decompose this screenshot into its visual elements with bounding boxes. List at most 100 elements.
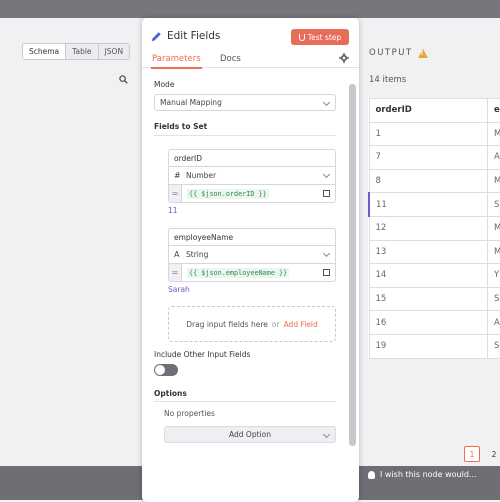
field-type-select[interactable]: A String [168,246,336,264]
table-cell: 19 [369,334,488,358]
pagination: 1 2 [464,446,500,462]
expression-code: {{ $json.employeeName }} [187,268,289,278]
table-cell: A [488,311,500,335]
field-value-expression[interactable]: = {{ $json.employeeName }} [168,264,336,282]
modal-tabs: Parameters Docs [142,51,359,68]
expand-icon[interactable] [323,269,330,276]
table-cell: S [488,193,500,217]
divider [154,135,336,136]
table-row[interactable]: 15S [369,287,500,311]
expand-icon[interactable] [323,190,330,197]
field-type-select[interactable]: # Number [168,167,336,185]
add-option-label: Add Option [229,430,271,439]
table-cell: M [488,122,500,146]
field-type-value: Number [186,171,216,180]
table-row[interactable]: 19S [369,334,500,358]
chevron-down-icon [323,431,330,438]
mode-label: Mode [154,80,174,89]
string-type-icon: A [174,250,182,259]
view-tab-table[interactable]: Table [66,44,98,59]
table-row[interactable]: 14Y [369,264,500,288]
drop-zone-or: or [272,320,280,329]
output-title: OUTPUT [369,48,413,58]
modal-title: Edit Fields [167,30,220,42]
table-cell: 13 [369,240,488,264]
table-row[interactable]: 16A [369,311,500,335]
include-other-fields-label: Include Other Input Fields [154,350,250,359]
divider [154,401,336,402]
output-header: OUTPUT [369,48,428,58]
table-row[interactable]: 1M [369,122,500,146]
search-icon[interactable] [119,75,128,84]
lightbulb-icon [368,471,375,479]
page-button-2[interactable]: 2 [486,446,500,462]
table-row[interactable]: 12M [369,216,500,240]
expression-equals-icon: = [169,264,182,281]
expression-result: Sarah [168,285,190,294]
feedback-hint-text: I wish this node would... [380,470,477,479]
table-cell: 14 [369,264,488,288]
output-item-count: 14 items [369,75,406,85]
table-cell: M [488,169,500,193]
top-overlay [0,0,500,18]
output-table: orderID e 1M7A8M11S12M13M14Y15S16A19S [368,98,500,359]
drop-zone[interactable]: Drag input fields here or Add Field [168,306,336,342]
warning-icon[interactable] [418,49,428,58]
gear-icon[interactable] [339,53,349,63]
chevron-down-icon [323,171,330,178]
test-step-button[interactable]: Test step [291,29,349,45]
add-option-button[interactable]: Add Option [164,426,336,443]
table-cell: 12 [369,216,488,240]
table-row[interactable]: 7A [369,146,500,170]
table-row[interactable]: 8M [369,169,500,193]
table-cell: 11 [369,193,488,217]
modal-scrollbar[interactable] [349,84,356,446]
view-tab-json[interactable]: JSON [99,44,130,59]
table-cell: 8 [369,169,488,193]
drop-zone-text: Drag input fields here [186,320,268,329]
field-type-value: String [186,250,208,259]
page-button-1[interactable]: 1 [464,446,480,462]
field-value-expression[interactable]: = {{ $json.orderID }} [168,185,336,203]
number-type-icon: # [174,171,182,180]
view-tab-schema[interactable]: Schema [23,44,66,59]
toggle-knob [155,365,165,375]
expression-equals-icon: = [169,185,182,202]
add-field-link[interactable]: Add Field [284,320,318,329]
no-properties-text: No properties [164,409,215,418]
table-cell: 15 [369,287,488,311]
feedback-hint[interactable]: I wish this node would... [368,470,477,479]
flask-icon [299,34,305,41]
table-cell: S [488,334,500,358]
pencil-icon [151,31,162,42]
table-cell: 16 [369,311,488,335]
table-cell: 7 [369,146,488,170]
field-name-input[interactable]: employeeName [168,228,336,246]
table-cell: A [488,146,500,170]
tab-parameters[interactable]: Parameters [152,54,201,64]
test-step-label: Test step [308,33,341,42]
fields-to-set-label: Fields to Set [154,122,207,131]
output-panel: OUTPUT 14 items orderID e 1M7A8M11S12M13… [358,18,500,466]
table-cell: M [488,216,500,240]
expression-code: {{ $json.orderID }} [187,189,269,199]
mode-select-value: Manual Mapping [160,98,222,107]
input-panel: Schema Table JSON [0,18,142,466]
edit-fields-modal: Edit Fields Test step Parameters Docs Mo… [142,18,359,502]
table-cell: S [488,287,500,311]
options-label: Options [154,389,187,398]
chevron-down-icon [323,99,330,106]
mode-select[interactable]: Manual Mapping [154,94,336,111]
table-cell: 1 [369,122,488,146]
tab-docs[interactable]: Docs [220,54,241,64]
table-cell: M [488,240,500,264]
include-other-fields-toggle[interactable] [154,364,178,376]
column-header-orderid[interactable]: orderID [369,99,488,123]
table-row[interactable]: 13M [369,240,500,264]
input-view-switch: Schema Table JSON [22,43,130,60]
field-name-input[interactable]: orderID [168,149,336,167]
table-row[interactable]: 11S [369,193,500,217]
column-header-employee[interactable]: e [488,99,500,123]
expression-result: 11 [168,206,178,215]
table-cell: Y [488,264,500,288]
